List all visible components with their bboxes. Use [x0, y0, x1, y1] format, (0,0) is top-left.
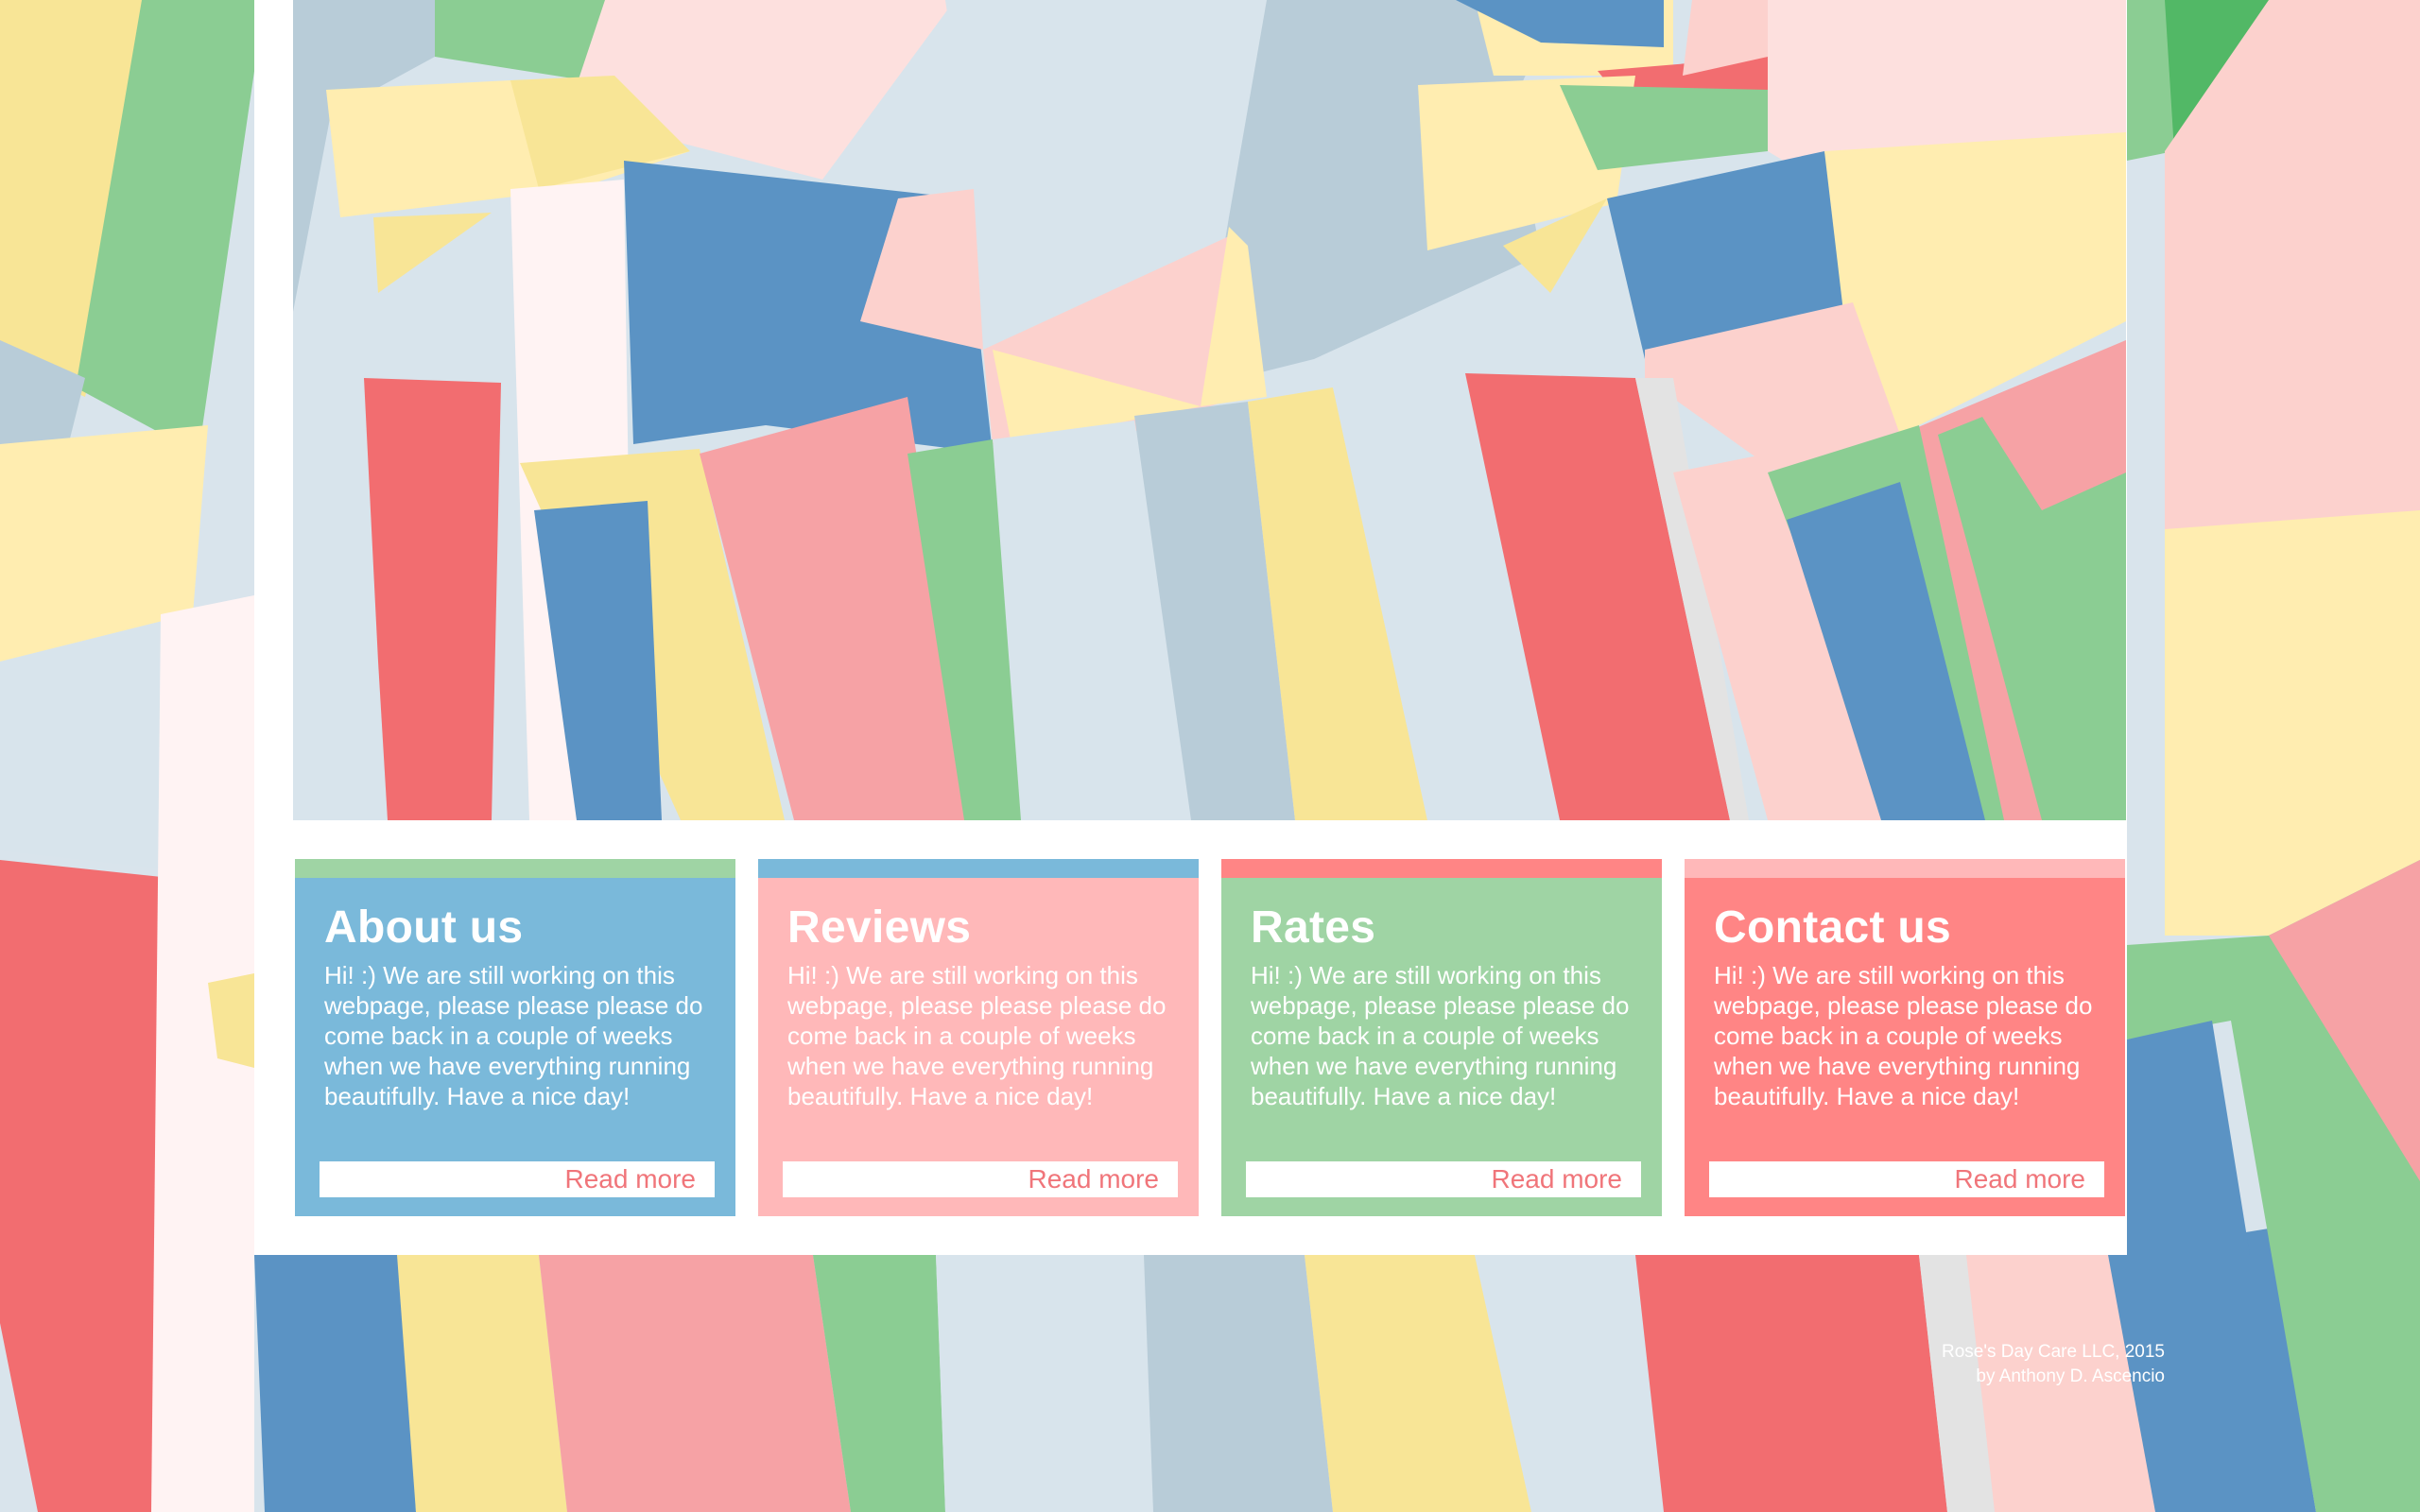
- card-contact-us: Contact us Hi! :) We are still working o…: [1685, 859, 2125, 1216]
- card-body: Hi! :) We are still working on this webp…: [1714, 961, 2093, 1110]
- card-about-us: About us Hi! :) We are still working on …: [295, 859, 735, 1216]
- card-accent-stripe: [1685, 859, 2125, 878]
- footer-copyright: Rose's Day Care LLC, 2015: [1942, 1342, 2165, 1362]
- info-cards: About us Hi! :) We are still working on …: [293, 859, 2126, 1218]
- hero-illustration: [293, 0, 2126, 820]
- card-accent-stripe: [295, 859, 735, 878]
- card-accent-stripe: [1221, 859, 1662, 878]
- card-body: Hi! :) We are still working on this webp…: [324, 961, 703, 1110]
- footer-author: by Anthony D. Ascencio: [1976, 1366, 2165, 1386]
- card-title: Reviews: [787, 902, 972, 953]
- card-body: Hi! :) We are still working on this webp…: [787, 961, 1167, 1110]
- card-title: About us: [324, 902, 524, 953]
- card-reviews: Reviews Hi! :) We are still working on t…: [758, 859, 1199, 1216]
- read-more-button[interactable]: Read more: [1246, 1161, 1641, 1197]
- card-body: Hi! :) We are still working on this webp…: [1251, 961, 1630, 1110]
- card-title: Rates: [1251, 902, 1376, 953]
- card-accent-stripe: [758, 859, 1199, 878]
- read-more-button[interactable]: Read more: [783, 1161, 1178, 1197]
- read-more-button[interactable]: Read more: [1709, 1161, 2104, 1197]
- card-rates: Rates Hi! :) We are still working on thi…: [1221, 859, 1662, 1216]
- read-more-button[interactable]: Read more: [320, 1161, 715, 1197]
- footer-credits: Rose's Day Care LLC, 2015 by Anthony D. …: [1942, 1340, 2165, 1389]
- card-title: Contact us: [1714, 902, 1952, 953]
